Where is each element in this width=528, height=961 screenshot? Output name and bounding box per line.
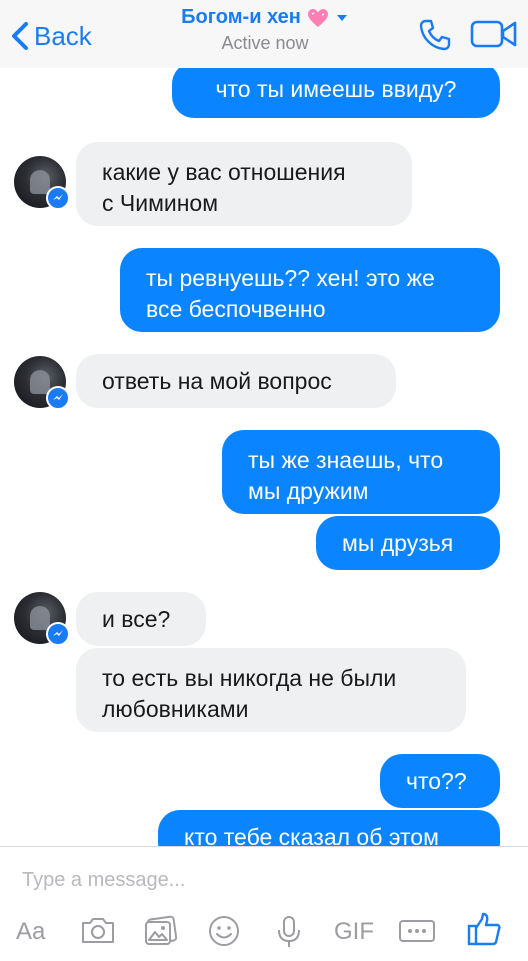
avatar[interactable] xyxy=(14,592,70,646)
messenger-badge-icon xyxy=(46,622,70,646)
avatar[interactable] xyxy=(14,356,70,410)
chat-header: Back Богом-и хен Active now xyxy=(0,0,528,68)
heart-icon xyxy=(307,8,328,27)
messenger-badge-icon xyxy=(46,386,70,410)
active-status: Active now xyxy=(221,33,309,53)
message-bubble-outgoing: мы друзья xyxy=(316,516,500,570)
more-icon[interactable] xyxy=(398,919,436,943)
message-bubble-incoming: какие у вас отношения с Чимином xyxy=(76,142,412,226)
message-bubble-outgoing: что?? xyxy=(380,754,500,808)
contact-title[interactable]: Богом-и хен Active now xyxy=(140,6,390,54)
emoji-icon[interactable] xyxy=(208,915,240,947)
gif-button[interactable]: GIF xyxy=(334,917,374,947)
messenger-badge-icon xyxy=(46,186,70,210)
message-bubble-outgoing: ты же знаешь, что мы дружим xyxy=(222,430,500,514)
microphone-icon[interactable] xyxy=(276,915,302,949)
text-tool-button[interactable]: Aa xyxy=(16,917,45,947)
message-bubble-incoming: ответь на мой вопрос xyxy=(76,354,396,408)
message-bubble-incoming: то есть вы никогда не были любовниками xyxy=(76,648,466,732)
back-label: Back xyxy=(34,20,92,51)
video-camera-icon[interactable] xyxy=(470,18,518,50)
message-list[interactable]: что ты имеешь ввиду? какие у вас отношен… xyxy=(0,68,528,846)
phone-icon[interactable] xyxy=(418,18,452,52)
message-bubble-incoming: и все? xyxy=(76,592,206,646)
message-input[interactable] xyxy=(22,865,502,895)
chevron-left-icon xyxy=(12,22,28,50)
chevron-down-icon xyxy=(336,14,347,21)
camera-icon[interactable] xyxy=(80,915,116,945)
message-bubble-outgoing: кто тебе сказал об этом xyxy=(158,810,500,846)
back-button[interactable]: Back xyxy=(10,18,92,54)
contact-name: Богом-и хен xyxy=(181,6,301,28)
message-bubble-outgoing: что ты имеешь ввиду? xyxy=(172,68,500,118)
composer: Aa GIF xyxy=(0,846,528,961)
gallery-icon[interactable] xyxy=(144,915,178,947)
message-bubble-outgoing: ты ревнуешь?? хен! это же все беспочвенн… xyxy=(120,248,500,332)
thumbs-up-icon[interactable] xyxy=(466,911,502,947)
avatar[interactable] xyxy=(14,156,70,210)
